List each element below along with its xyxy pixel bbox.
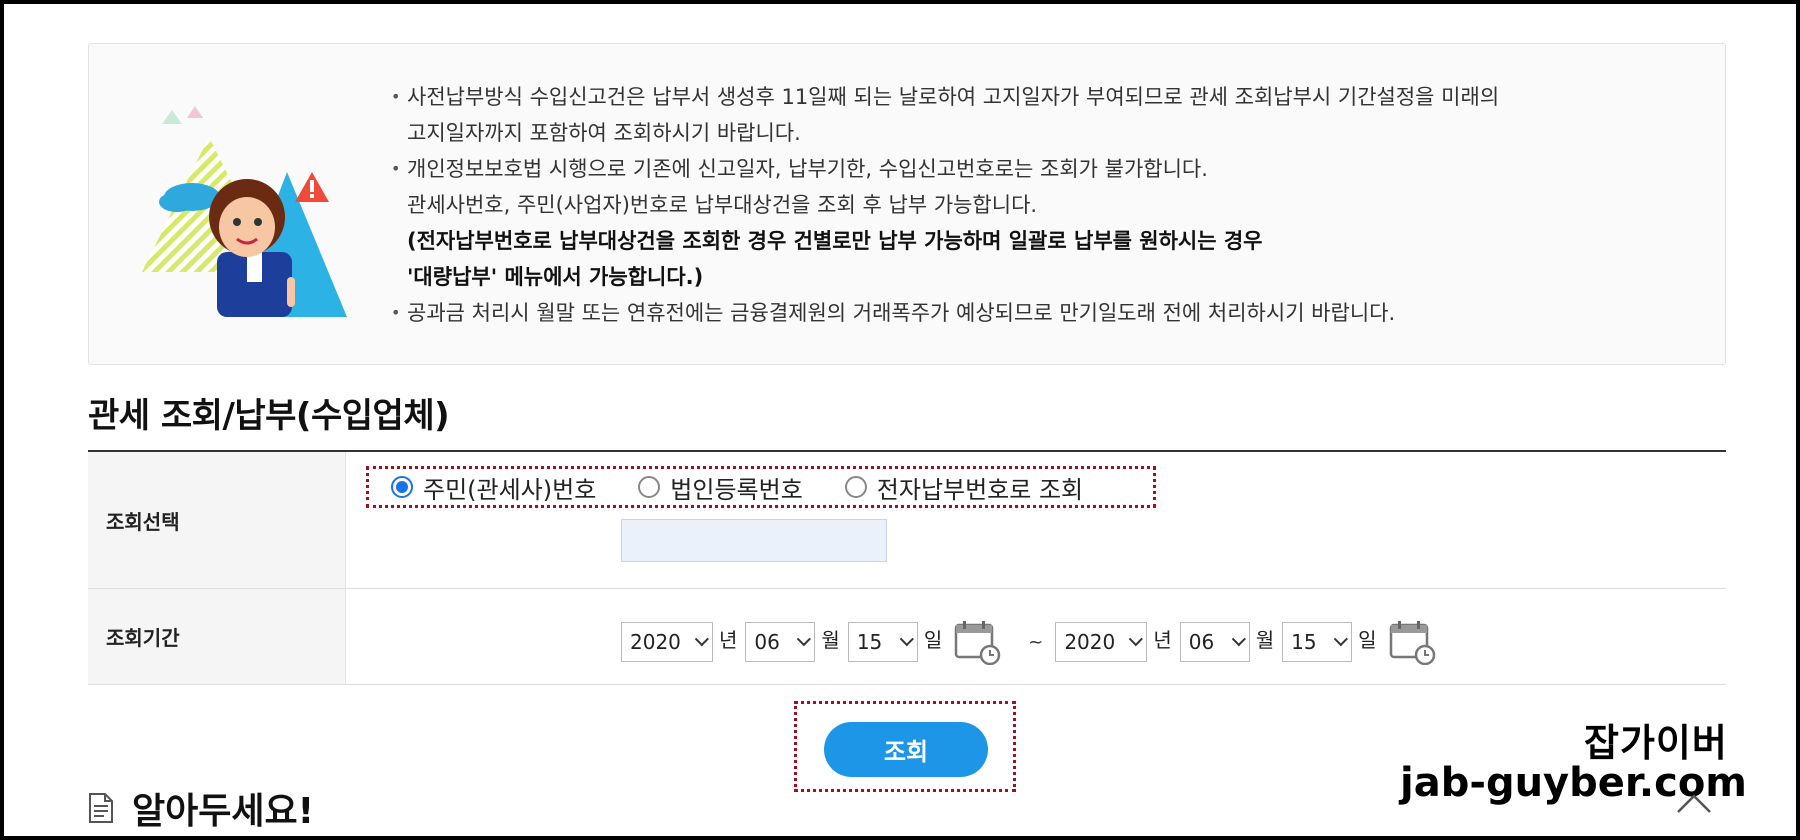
radio-label: 법인등록번호 bbox=[670, 475, 803, 504]
radio-label: 전자납부번호로 조회 bbox=[876, 475, 1084, 504]
search-button[interactable]: 조회 bbox=[824, 722, 988, 777]
unit-day: 일 bbox=[923, 627, 943, 652]
lookup-content: 주민(관세사)번호 법인등록번호 전자납부번호로 조회 bbox=[346, 452, 1726, 588]
document-icon bbox=[89, 793, 113, 823]
chevron-down-icon bbox=[899, 632, 914, 647]
chevron-down-icon bbox=[694, 632, 709, 647]
start-year-select[interactable]: 2020 bbox=[621, 622, 713, 662]
start-month-select[interactable]: 06 bbox=[745, 622, 816, 662]
calendar-icon[interactable] bbox=[1389, 619, 1437, 665]
notice-list: 사전납부방식 수입신고건은 납부서 생성후 11일째 되는 날로하여 고지일자가… bbox=[391, 79, 1711, 331]
customer-service-illustration bbox=[142, 106, 347, 317]
end-day-value: 15 bbox=[1291, 630, 1317, 654]
search-form: 조회선택 주민(관세사)번호 법인등록번호 전자납부번호로 조회 조회기간 20… bbox=[88, 452, 1726, 685]
radio-button[interactable] bbox=[638, 476, 661, 498]
unit-month: 월 bbox=[1255, 627, 1275, 652]
radio-epayment-number[interactable]: 전자납부번호로 조회 bbox=[844, 470, 1084, 505]
end-year-select[interactable]: 2020 bbox=[1055, 622, 1148, 662]
period-content: 2020 년 06 월 15 일 ~ 2020 년 06 월 15 일 bbox=[346, 589, 1726, 684]
period-label: 조회기간 bbox=[88, 589, 346, 684]
calendar-icon[interactable] bbox=[954, 619, 1002, 665]
scroll-up-icon[interactable] bbox=[1674, 788, 1714, 818]
page-title: 관세 조회/납부(수입업체) bbox=[88, 396, 450, 436]
notice-item: 개인정보보호법 시행으로 기존에 신고일자, 납부기한, 수입신고번호로는 조회… bbox=[391, 151, 1711, 295]
radio-button[interactable] bbox=[844, 476, 867, 498]
notice-text: 관세사번호, 주민(사업자)번호로 납부대상건을 조회 후 납부 가능합니다. bbox=[407, 193, 1038, 217]
unit-day: 일 bbox=[1358, 627, 1377, 652]
notice-text: 사전납부방식 수입신고건은 납부서 생성후 11일째 되는 날로하여 고지일자가… bbox=[407, 85, 1500, 109]
notice-bold-text: (전자납부번호로 납부대상건을 조회한 경우 건별로만 납부 가능하며 일괄로 … bbox=[407, 229, 1263, 253]
radio-corporate-number[interactable]: 법인등록번호 bbox=[638, 470, 803, 505]
end-year-value: 2020 bbox=[1064, 630, 1116, 654]
lookup-radio-group: 주민(관세사)번호 법인등록번호 전자납부번호로 조회 bbox=[366, 466, 1156, 508]
form-row-lookup: 조회선택 주민(관세사)번호 법인등록번호 전자납부번호로 조회 bbox=[88, 452, 1726, 589]
notice-item: 공과금 처리시 월말 또는 연휴전에는 금융결제원의 거래폭주가 예상되므로 만… bbox=[391, 295, 1711, 331]
notice-text: 개인정보보호법 시행으로 기존에 신고일자, 납부기한, 수입신고번호로는 조회… bbox=[407, 157, 1208, 181]
unit-year: 년 bbox=[719, 627, 738, 652]
end-day-select[interactable]: 15 bbox=[1282, 622, 1353, 662]
notice-item: 사전납부방식 수입신고건은 납부서 생성후 11일째 되는 날로하여 고지일자가… bbox=[391, 79, 1711, 151]
chevron-down-icon bbox=[1333, 632, 1349, 647]
form-row-period: 조회기간 2020 년 06 월 15 일 ~ 2020 년 06 월 15 일 bbox=[88, 589, 1726, 685]
notice-text: 공과금 처리시 월말 또는 연휴전에는 금융결제원의 거래폭주가 예상되므로 만… bbox=[407, 301, 1396, 325]
chevron-down-icon bbox=[797, 632, 812, 647]
end-month-select[interactable]: 06 bbox=[1179, 622, 1250, 662]
radio-label: 주민(관세사)번호 bbox=[423, 475, 597, 504]
lookup-label: 조회선택 bbox=[88, 452, 346, 588]
notice-heading: 알아두세요! bbox=[88, 782, 314, 834]
notice-text: 고지일자까지 포함하여 조회하시기 바랍니다. bbox=[407, 121, 801, 145]
search-button-highlight: 조회 bbox=[794, 701, 1016, 792]
radio-resident-number[interactable]: 주민(관세사)번호 bbox=[391, 470, 596, 505]
notice-box: 사전납부방식 수입신고건은 납부서 생성후 11일째 되는 날로하여 고지일자가… bbox=[88, 43, 1726, 365]
range-separator: ~ bbox=[1028, 631, 1044, 653]
end-month-value: 06 bbox=[1188, 630, 1215, 654]
unit-month: 월 bbox=[821, 627, 840, 652]
radio-button-checked[interactable] bbox=[391, 476, 413, 498]
watermark-title: 잡가이버 bbox=[1584, 721, 1728, 765]
notice-bold-text: '대량납부' 메뉴에서 가능합니다.) bbox=[407, 265, 704, 289]
unit-year: 년 bbox=[1153, 627, 1172, 652]
chevron-down-icon bbox=[1231, 632, 1246, 647]
id-number-input[interactable] bbox=[621, 519, 887, 562]
date-range: 2020 년 06 월 15 일 ~ 2020 년 06 월 15 일 bbox=[621, 619, 1455, 665]
start-day-value: 15 bbox=[856, 630, 883, 654]
start-year-value: 2020 bbox=[630, 630, 681, 654]
start-day-select[interactable]: 15 bbox=[847, 622, 918, 662]
start-month-value: 06 bbox=[754, 630, 780, 654]
chevron-down-icon bbox=[1129, 632, 1144, 647]
notice-heading-text: 알아두세요! bbox=[132, 791, 315, 832]
